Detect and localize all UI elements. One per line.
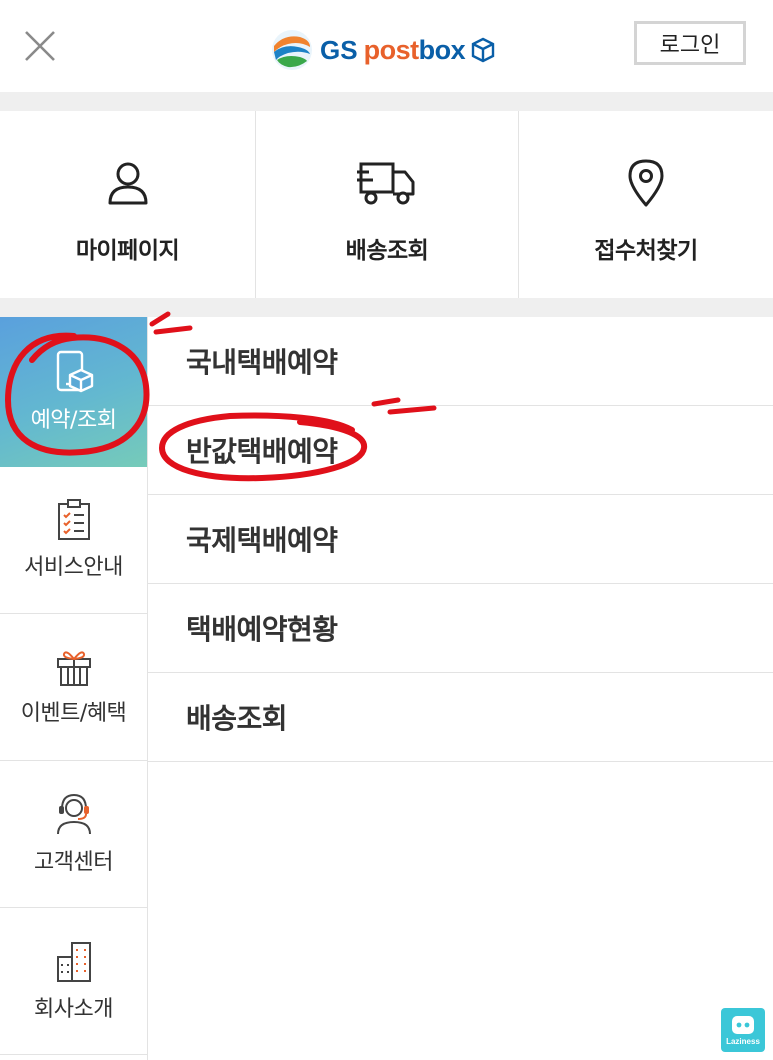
submenu-item-half-price-reservation[interactable]: 반값택배예약 bbox=[148, 406, 773, 495]
gift-icon bbox=[56, 651, 91, 686]
laziness-watermark: Laziness bbox=[721, 1008, 765, 1052]
divider-bar bbox=[0, 92, 773, 111]
submenu-item-delivery-tracking[interactable]: 배송조회 bbox=[148, 673, 773, 762]
laziness-face-icon bbox=[732, 1016, 754, 1034]
quick-item-label: 배송조회 bbox=[345, 238, 429, 264]
divider-bar bbox=[0, 298, 773, 317]
login-button[interactable]: 로그인 bbox=[634, 21, 746, 65]
quick-item-tracking[interactable]: 배송조회 bbox=[256, 111, 519, 298]
sidebar-item-events[interactable]: 이벤트/혜택 bbox=[0, 614, 147, 761]
logo-postbox-text: postbox bbox=[364, 35, 466, 66]
building-icon bbox=[56, 942, 91, 982]
quick-menu: 마이페이지 배송조회 접수처찾기 bbox=[0, 111, 773, 298]
sidebar-item-reservation[interactable]: 예약/조회 bbox=[0, 317, 147, 467]
phone-box-icon bbox=[56, 350, 93, 393]
sidebar-item-label: 이벤트/혜택 bbox=[20, 701, 127, 726]
submenu-item-domestic-reservation[interactable]: 국내택배예약 bbox=[148, 317, 773, 406]
sidebar: 예약/조회 서비스안내 이벤트/혜택 고객센터 회사소개 bbox=[0, 317, 148, 1060]
quick-item-mypage[interactable]: 마이페이지 bbox=[0, 111, 256, 298]
sidebar-item-company[interactable]: 회사소개 bbox=[0, 908, 147, 1055]
logo-post-text: post bbox=[363, 34, 420, 65]
delivery-truck-icon bbox=[355, 155, 419, 211]
gs-postbox-logo[interactable]: GS postbox bbox=[270, 26, 495, 74]
sidebar-item-service-info[interactable]: 서비스안내 bbox=[0, 467, 147, 614]
laziness-label: Laziness bbox=[726, 1037, 760, 1046]
sidebar-item-label: 예약/조회 bbox=[30, 408, 117, 433]
header: GS postbox 로그인 bbox=[0, 0, 773, 92]
logo-box-text: box bbox=[418, 34, 466, 65]
quick-item-find-location[interactable]: 접수처찾기 bbox=[519, 111, 773, 298]
sidebar-item-label: 고객센터 bbox=[34, 850, 113, 875]
user-icon bbox=[106, 155, 150, 211]
clipboard-checklist-icon bbox=[57, 499, 90, 540]
box-cube-icon bbox=[471, 37, 495, 63]
headset-agent-icon bbox=[56, 793, 91, 835]
quick-item-label: 마이페이지 bbox=[75, 238, 180, 264]
gs-logo-swirl-icon bbox=[272, 30, 312, 70]
close-icon[interactable] bbox=[22, 28, 58, 64]
quick-item-label: 접수처찾기 bbox=[594, 238, 698, 264]
logo-gs-text: GS bbox=[320, 34, 358, 65]
submenu-list: 국내택배예약 반값택배예약 국제택배예약 택배예약현황 배송조회 bbox=[148, 317, 773, 762]
sidebar-item-label: 서비스안내 bbox=[24, 555, 123, 580]
submenu-item-reservation-status[interactable]: 택배예약현황 bbox=[148, 584, 773, 673]
submenu-item-international-reservation[interactable]: 국제택배예약 bbox=[148, 495, 773, 584]
sidebar-item-label: 회사소개 bbox=[34, 997, 113, 1022]
location-pin-icon bbox=[626, 155, 666, 211]
sidebar-item-customer-center[interactable]: 고객센터 bbox=[0, 761, 147, 908]
